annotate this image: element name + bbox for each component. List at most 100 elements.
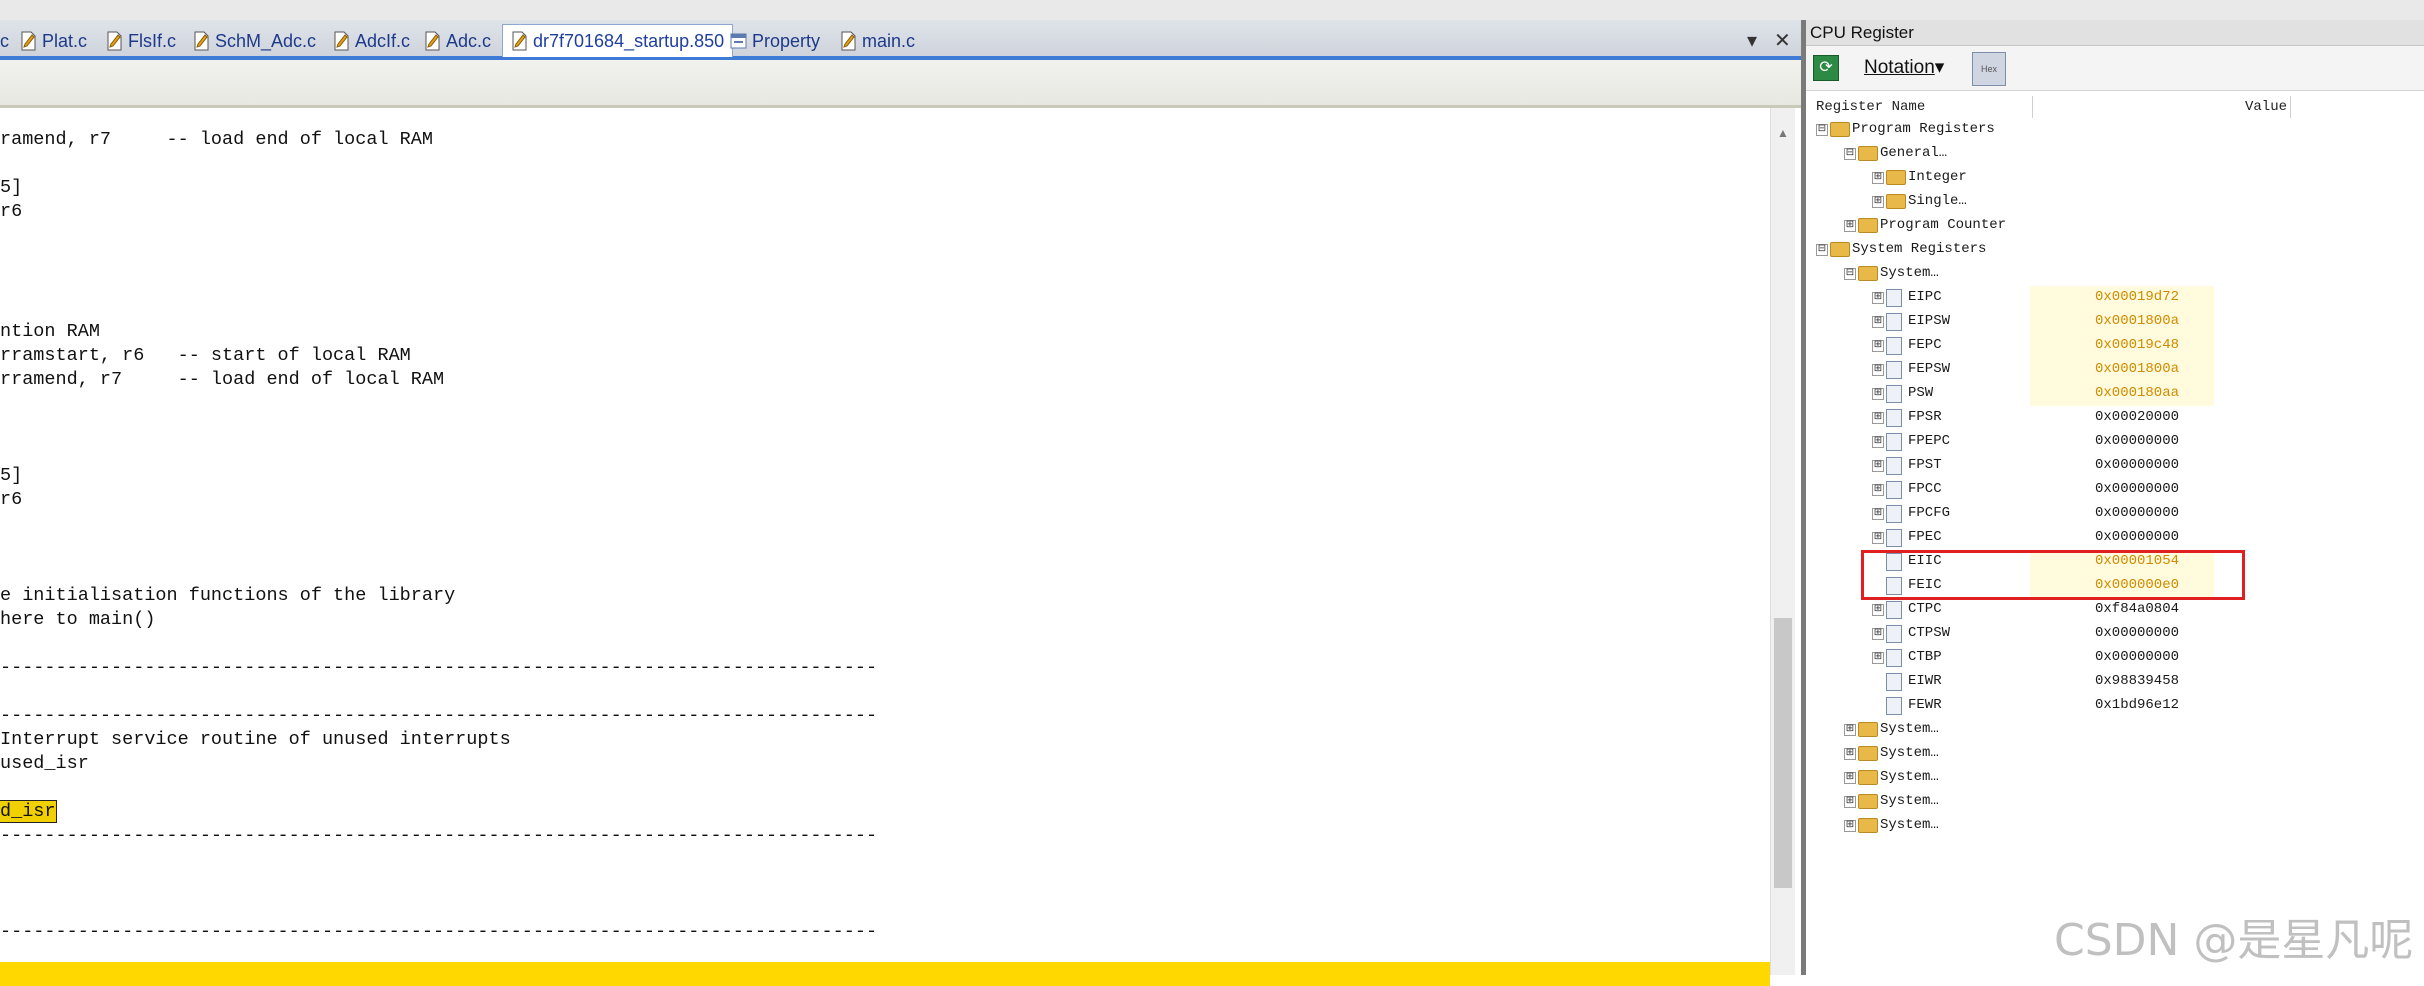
expand-icon[interactable]: ⊞ [1844,220,1856,232]
collapse-icon[interactable]: ⊟ [1816,244,1828,256]
register-group-row[interactable]: ⊟ System… [1806,262,2424,286]
expand-icon[interactable]: ⊞ [1844,796,1856,808]
register-row[interactable]: ⊞ FPEPC 0x00000000 [1806,430,2424,454]
register-row[interactable]: ⊞ FEPSW 0x0001800a [1806,358,2424,382]
register-row[interactable]: ⊞ FPCC 0x00000000 [1806,478,2424,502]
expand-icon[interactable]: ⊞ [1872,196,1884,208]
expand-icon[interactable]: ⊞ [1844,772,1856,784]
expand-icon[interactable]: ⊞ [1872,484,1884,496]
register-row[interactable]: ⊞ EIPSW 0x0001800a [1806,310,2424,334]
tab-file[interactable]: FlsIf.c [106,26,176,56]
register-group-row[interactable]: ⊟ General… [1806,142,2424,166]
register-value[interactable]: 0x00019c48 [2095,337,2179,353]
expand-icon[interactable]: ⊞ [1872,532,1884,544]
code-line: used_isr [0,753,89,774]
register-value[interactable]: 0x00020000 [2095,409,2179,425]
register-value[interactable]: 0x00000000 [2095,457,2179,473]
register-group-row[interactable]: ⊞ System… [1806,766,2424,790]
tab-label: Property [752,30,821,51]
register-row[interactable]: ⊞ FPST 0x00000000 [1806,454,2424,478]
register-value[interactable]: 0x000180aa [2095,385,2179,401]
register-name: FPCC [1908,481,1942,497]
expand-icon[interactable]: ⊞ [1872,436,1884,448]
expand-icon[interactable]: ⊞ [1844,724,1856,736]
register-row[interactable]: ⊞ EIPC 0x00019d72 [1806,286,2424,310]
register-group-row[interactable]: ⊞ System… [1806,742,2424,766]
register-value[interactable]: 0xf84a0804 [2095,601,2179,617]
tab-file[interactable]: Adc.c [424,26,491,56]
column-divider[interactable] [2290,96,2291,118]
column-value[interactable]: Value [2131,99,2287,115]
expand-icon[interactable]: ⊞ [1872,364,1884,376]
code-area[interactable]: ramend, r7 -- load end of local RAM 5] r6 n… [0,128,1770,986]
register-tree: ⊟ Program Registers ⊟ General… ⊞ Integer ⊞ Sing… [1806,118,2424,878]
expand-icon[interactable]: ⊞ [1872,292,1884,304]
tab-file[interactable]: main.c [840,26,915,56]
expand-icon[interactable]: ⊞ [1872,172,1884,184]
register-value[interactable]: 0x1bd96e12 [2095,697,2179,713]
register-value[interactable]: 0x0001800a [2095,361,2179,377]
register-group-row[interactable]: ⊞ System… [1806,718,2424,742]
register-row[interactable]: ⊞ FEPC 0x00019c48 [1806,334,2424,358]
tab-file[interactable]: c [0,26,9,56]
register-value[interactable]: 0x00000000 [2095,433,2179,449]
close-tab-icon[interactable]: ✕ [1774,28,1791,53]
tab-file[interactable]: SchM_Adc.c [193,26,316,56]
collapse-icon[interactable]: ⊟ [1844,148,1856,160]
refresh-icon[interactable]: ⟳ [1813,55,1839,81]
register-icon [1886,625,1902,643]
selected-symbol[interactable]: d_isr [0,800,57,823]
register-value[interactable]: 0x00000000 [2095,625,2179,641]
tab-list-dropdown-icon[interactable]: ▾ [1747,28,1757,53]
register-group-row[interactable]: ⊞ System… [1806,790,2424,814]
register-row[interactable]: ⊞ CTPC 0xf84a0804 [1806,598,2424,622]
expand-icon[interactable]: ⊞ [1872,388,1884,400]
register-row[interactable]: ⊞ CTBP 0x00000000 [1806,646,2424,670]
expand-icon[interactable]: ⊞ [1872,340,1884,352]
tab-file[interactable]: AdcIf.c [333,26,410,56]
scrollbar-thumb[interactable] [1774,618,1792,888]
tab-file[interactable]: Plat.c [20,26,87,56]
register-row[interactable]: FEWR 0x1bd96e12 [1806,694,2424,718]
collapse-icon[interactable]: ⊟ [1816,124,1828,136]
register-value[interactable]: 0x00000000 [2095,481,2179,497]
tab-file[interactable]: Property [730,26,820,56]
column-register-name[interactable]: Register Name [1816,99,1925,115]
register-value[interactable]: 0x00000000 [2095,505,2179,521]
expand-icon[interactable]: ⊞ [1872,460,1884,472]
file-icon [106,31,123,51]
vertical-scrollbar[interactable]: ▲ [1770,108,1795,975]
expand-icon[interactable]: ⊞ [1872,316,1884,328]
register-value[interactable]: 0x00000000 [2095,649,2179,665]
register-group-row[interactable]: ⊟ Program Registers [1806,118,2424,142]
expand-icon[interactable]: ⊞ [1872,508,1884,520]
register-row[interactable]: ⊞ FPEC 0x00000000 [1806,526,2424,550]
register-row[interactable]: ⊞ CTPSW 0x00000000 [1806,622,2424,646]
register-group-row[interactable]: ⊞ Program Counter [1806,214,2424,238]
register-value[interactable]: 0x00000000 [2095,529,2179,545]
register-group-row[interactable]: ⊞ Single… [1806,190,2424,214]
register-row[interactable]: ⊞ FPSR 0x00020000 [1806,406,2424,430]
register-group-row[interactable]: ⊞ Integer [1806,166,2424,190]
collapse-icon[interactable]: ⊟ [1844,268,1856,280]
tab-active-file[interactable]: dr7f701684_startup.850 [502,24,734,57]
expand-icon[interactable]: ⊞ [1872,652,1884,664]
register-row[interactable]: EIWR 0x98839458 [1806,670,2424,694]
register-value[interactable]: 0x00019d72 [2095,289,2179,305]
notation-button[interactable]: Notation▾ [1864,56,1944,79]
expand-icon[interactable]: ⊞ [1872,628,1884,640]
register-name: General… [1880,145,1948,161]
expand-icon[interactable]: ⊞ [1872,412,1884,424]
scroll-up-icon[interactable]: ▲ [1774,126,1792,142]
register-group-row[interactable]: ⊟ System Registers [1806,238,2424,262]
column-divider[interactable] [2032,96,2033,118]
expand-icon[interactable]: ⊞ [1844,820,1856,832]
register-value[interactable]: 0x98839458 [2095,673,2179,689]
register-row[interactable]: ⊞ FPCFG 0x00000000 [1806,502,2424,526]
register-value[interactable]: 0x0001800a [2095,313,2179,329]
hex-toggle-button[interactable]: Hex [1972,52,2006,86]
register-group-row[interactable]: ⊞ System… [1806,814,2424,838]
register-row[interactable]: ⊞ PSW 0x000180aa [1806,382,2424,406]
expand-icon[interactable]: ⊞ [1872,604,1884,616]
expand-icon[interactable]: ⊞ [1844,748,1856,760]
